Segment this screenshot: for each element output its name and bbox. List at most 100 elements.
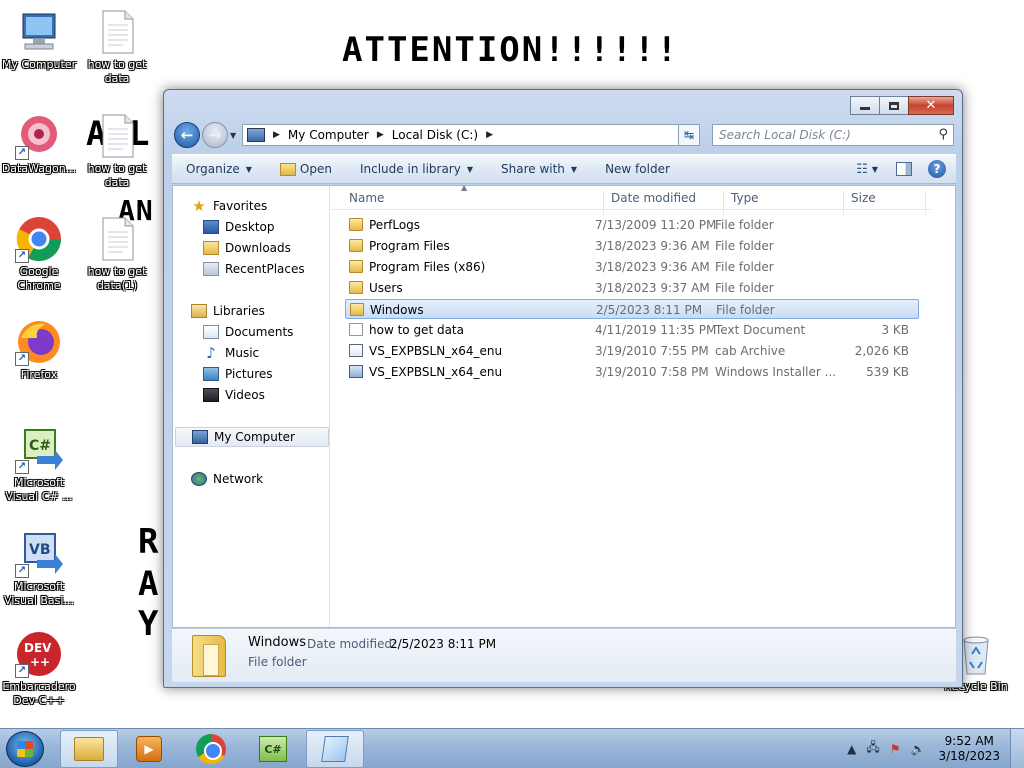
- file-row[interactable]: Program Files (x86) 3/18/2023 9:36 AM Fi…: [345, 257, 919, 277]
- column-size[interactable]: Size: [851, 191, 876, 205]
- view-options-icon[interactable]: ☷: [856, 162, 868, 177]
- recent-pages-dropdown[interactable]: ▼: [230, 131, 236, 140]
- nav-desktop[interactable]: Desktop: [203, 217, 275, 237]
- column-name[interactable]: Name: [349, 191, 384, 205]
- desktop-icon-how-to-get-data[interactable]: how to get data: [78, 8, 156, 86]
- details-pane: Windows Date modified: 2/5/2023 8:11 PM …: [172, 628, 956, 682]
- help-icon[interactable]: ?: [928, 160, 946, 178]
- folder-icon: [349, 281, 363, 294]
- file-row[interactable]: Program Files 3/18/2023 9:36 AM File fol…: [345, 236, 919, 256]
- file-type: Windows Installer ...: [715, 365, 837, 379]
- file-size: 539 KB: [866, 365, 909, 379]
- datawagon-icon: ↗: [15, 112, 63, 160]
- music-icon: ♪: [206, 344, 216, 362]
- desktop-icon-firefox[interactable]: ↗ Firefox: [0, 318, 78, 382]
- forward-button[interactable]: →: [202, 122, 228, 148]
- file-type: Text Document: [715, 323, 806, 337]
- minimize-button[interactable]: [850, 96, 880, 115]
- dev-cpp-icon: DEV ++ ↗: [15, 630, 63, 678]
- maximize-button[interactable]: [879, 96, 909, 115]
- network-status-icon[interactable]: 🖧: [866, 738, 879, 759]
- nav-music[interactable]: ♪ Music: [203, 343, 259, 363]
- new-folder-button[interactable]: New folder: [591, 162, 684, 176]
- action-center-flag-icon[interactable]: ⚑: [890, 742, 901, 756]
- cab-archive-icon: [349, 344, 363, 357]
- file-list: ▲ Name Date modified Type Size PerfLogs …: [331, 183, 955, 627]
- search-input[interactable]: Search Local Disk (C:) ⚲: [712, 124, 954, 146]
- desktop-icon-how-to-get-data-1[interactable]: how to get data(1): [78, 215, 156, 293]
- share-with-button[interactable]: Share with ▼: [487, 162, 591, 176]
- network-icon: [191, 472, 207, 486]
- breadcrumb-local-disk[interactable]: Local Disk (C:): [392, 128, 478, 142]
- taskbar-media-player[interactable]: ▶: [120, 730, 178, 768]
- address-bar[interactable]: ▶ My Computer ▶ Local Disk (C:) ▶ ▼: [242, 124, 700, 146]
- refresh-button[interactable]: ↹: [678, 124, 700, 146]
- share-label: Share with: [501, 162, 565, 176]
- folder-open-icon: [279, 162, 296, 176]
- taskbar-explorer[interactable]: [60, 730, 118, 768]
- nav-favorites[interactable]: ★ Favorites: [191, 196, 267, 216]
- column-type[interactable]: Type: [731, 191, 759, 205]
- folder-icon: [192, 635, 226, 677]
- file-row[interactable]: VS_EXPBSLN_x64_enu 3/19/2010 7:55 PM cab…: [345, 341, 919, 361]
- volume-icon[interactable]: 🔈: [911, 742, 926, 756]
- taskbar: ▶ C# ▲ 🖧 ⚑ 🔈 9:52 AM 3/18/2023: [0, 728, 1024, 768]
- desktop-icon-google-chrome[interactable]: ↗ Google Chrome: [0, 215, 78, 293]
- clock-time: 9:52 AM: [944, 733, 994, 748]
- nav-label: Downloads: [225, 241, 291, 255]
- star-icon: ★: [192, 197, 206, 215]
- column-date-modified[interactable]: Date modified: [611, 191, 696, 205]
- nav-label: Libraries: [213, 304, 265, 318]
- file-name: Users: [369, 281, 403, 295]
- close-button[interactable]: ✕: [908, 96, 954, 115]
- file-type: cab Archive: [715, 344, 786, 358]
- taskbar-visual-csharp[interactable]: C#: [244, 730, 302, 768]
- nav-recent-places[interactable]: RecentPlaces: [203, 259, 305, 279]
- minimize-icon: [860, 107, 870, 110]
- desktop-icon-datawagon[interactable]: ↗ DataWagon...: [0, 112, 78, 176]
- search-icon: ⚲: [938, 127, 948, 142]
- open-button[interactable]: Open: [266, 162, 346, 176]
- nav-network[interactable]: Network: [191, 469, 263, 489]
- column-divider[interactable]: [925, 191, 926, 215]
- show-desktop-button[interactable]: [1010, 729, 1024, 768]
- chevron-down-icon[interactable]: ▼: [872, 165, 878, 174]
- organize-button[interactable]: Organize ▼: [172, 162, 266, 176]
- nav-my-computer[interactable]: My Computer: [175, 427, 329, 447]
- clock[interactable]: 9:52 AM 3/18/2023: [938, 734, 1000, 764]
- file-row[interactable]: VS_EXPBSLN_x64_enu 3/19/2010 7:58 PM Win…: [345, 362, 919, 382]
- column-divider[interactable]: [843, 191, 844, 215]
- file-date: 3/18/2023 9:36 AM: [595, 260, 710, 274]
- file-row-selected[interactable]: Windows 2/5/2023 8:11 PM File folder: [345, 299, 919, 319]
- close-icon: ✕: [925, 98, 937, 113]
- taskbar-chrome[interactable]: [182, 730, 240, 768]
- column-divider[interactable]: [723, 191, 724, 215]
- desktop-icon-dev-cpp[interactable]: DEV ++ ↗ Embarcadero Dev-C++: [0, 630, 78, 708]
- file-row[interactable]: how to get data 4/11/2019 11:35 PM Text …: [345, 320, 919, 340]
- nav-libraries[interactable]: Libraries: [191, 301, 265, 321]
- nav-documents[interactable]: Documents: [203, 322, 293, 342]
- back-button[interactable]: ←: [174, 122, 200, 148]
- file-name: Windows: [370, 303, 424, 317]
- desktop-icon-visual-csharp[interactable]: C# ↗ Microsoft Visual C# ...: [0, 426, 78, 504]
- file-name: PerfLogs: [369, 218, 421, 232]
- computer-icon: [247, 128, 265, 142]
- desktop-icon-my-computer[interactable]: My Computer: [0, 8, 78, 72]
- desktop-icon-how-to-get-data-2[interactable]: how to get data: [78, 112, 156, 190]
- start-button[interactable]: [6, 731, 44, 767]
- preview-pane-icon[interactable]: [896, 162, 912, 176]
- include-in-library-button[interactable]: Include in library ▼: [346, 162, 487, 176]
- file-row[interactable]: Users 3/18/2023 9:37 AM File folder: [345, 278, 919, 298]
- nav-videos[interactable]: Videos: [203, 385, 265, 405]
- computer-icon: [15, 8, 63, 56]
- show-hidden-icons-icon[interactable]: ▲: [847, 742, 856, 756]
- nav-pictures[interactable]: Pictures: [203, 364, 273, 384]
- file-row[interactable]: PerfLogs 7/13/2009 11:20 PM File folder: [345, 215, 919, 235]
- column-divider[interactable]: [603, 191, 604, 215]
- taskbar-notepad[interactable]: [306, 730, 364, 768]
- svg-text:++: ++: [30, 655, 50, 669]
- folder-icon: [349, 218, 363, 231]
- desktop-icon-visual-basic[interactable]: VB ↗ Microsoft Visual Basi...: [0, 530, 78, 608]
- breadcrumb-my-computer[interactable]: My Computer: [288, 128, 369, 142]
- nav-downloads[interactable]: Downloads: [203, 238, 291, 258]
